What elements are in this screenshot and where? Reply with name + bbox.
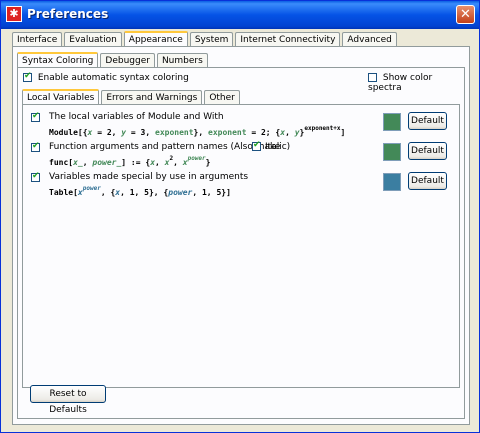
italic-label: Italic) [265, 142, 291, 152]
preferences-window: ✱ Preferences ✕ Interface Evaluation App… [0, 0, 480, 433]
appearance-panel: Syntax Coloring Debugger Numbers Enable … [12, 46, 470, 425]
code-token: , [173, 158, 183, 167]
local-variables-panel: The local variables of Module and With M… [22, 104, 460, 388]
tab-interface[interactable]: Interface [12, 32, 63, 47]
code-token: ] [340, 128, 346, 137]
code-token: , [155, 158, 165, 167]
close-button[interactable]: ✕ [456, 5, 475, 24]
code-special-power: power [168, 188, 193, 197]
code-var-exponent: exponent [208, 128, 247, 137]
code-token: } [205, 158, 211, 167]
enable-syntax-coloring-row[interactable]: Enable automatic syntax coloring [23, 71, 189, 83]
code-superscript: power [187, 155, 206, 162]
code-token: = 2; { [246, 128, 281, 137]
code-superscript: exponent+x [304, 125, 341, 132]
tab-debugger[interactable]: Debugger [100, 53, 155, 68]
code-var-exponent: exponent [155, 128, 194, 137]
module-with-checkbox[interactable] [31, 111, 40, 122]
italic-checkbox[interactable] [252, 140, 261, 151]
module-with-label: The local variables of Module and With [49, 112, 224, 122]
mathematica-app-icon: ✱ [6, 6, 22, 22]
title-bar[interactable]: ✱ Preferences ✕ [1, 1, 479, 29]
code-token: , 1, 5}, { [120, 188, 169, 197]
enable-syntax-coloring-label: Enable automatic syntax coloring [37, 73, 189, 83]
function-arguments-checkbox[interactable] [31, 141, 40, 152]
code-token: , [285, 128, 295, 137]
code-table-head: Table [49, 188, 74, 197]
module-default-button[interactable]: Default [408, 112, 447, 130]
code-pattern-x: x_ [73, 158, 83, 167]
show-color-spectra-checkbox[interactable] [368, 73, 377, 82]
special-variables-default-button[interactable]: Default [408, 172, 447, 190]
code-module-head: Module [49, 128, 78, 137]
tab-system[interactable]: System [189, 32, 234, 47]
show-color-spectra-label: Show color spectra [368, 73, 433, 93]
window-title: Preferences [27, 7, 109, 21]
tab-advanced[interactable]: Advanced [342, 32, 397, 47]
module-example-code: Module[{x = 2, y = 3, exponent}, exponen… [49, 125, 345, 137]
special-variables-label: Variables made special by use in argumen… [49, 172, 249, 182]
code-token: = 3, [126, 128, 156, 137]
special-variables-checkbox[interactable] [31, 171, 40, 182]
reset-to-defaults-button[interactable]: Reset to Defaults [30, 385, 106, 415]
code-token: ] := { [121, 158, 151, 167]
syntax-coloring-panel: Enable automatic syntax coloring Show co… [17, 67, 465, 419]
code-token: , { [100, 188, 116, 197]
tab-evaluation[interactable]: Evaluation [64, 32, 122, 47]
function-arguments-color-swatch[interactable] [383, 143, 401, 161]
show-color-spectra-row[interactable]: Show color spectra [368, 73, 464, 93]
table-example-code: Table[xpower, {x, 1, 5}, {power, 1, 5}] [49, 185, 231, 197]
tab-errors-and-warnings[interactable]: Errors and Warnings [101, 90, 203, 105]
tab-internet-connectivity[interactable]: Internet Connectivity [235, 32, 341, 47]
func-example-code: func[x_, power_] := {x, x2, xpower} [49, 155, 210, 167]
function-arguments-default-button[interactable]: Default [408, 142, 447, 160]
function-arguments-label: Function arguments and pattern names (Al… [49, 142, 281, 152]
code-pattern-power: power_ [92, 158, 122, 167]
code-token: = 2, [92, 128, 122, 137]
tab-other[interactable]: Other [204, 90, 240, 105]
module-color-swatch[interactable] [383, 113, 401, 131]
code-token: , [82, 158, 93, 167]
code-superscript: power [82, 185, 101, 192]
code-token: [{ [77, 128, 88, 137]
code-token: , 1, 5}] [192, 188, 231, 197]
tab-numbers[interactable]: Numbers [156, 53, 208, 68]
code-token: }, [193, 128, 208, 137]
special-variables-color-swatch[interactable] [383, 173, 401, 191]
enable-syntax-coloring-checkbox[interactable] [23, 71, 32, 82]
code-func-head: func [49, 158, 69, 167]
